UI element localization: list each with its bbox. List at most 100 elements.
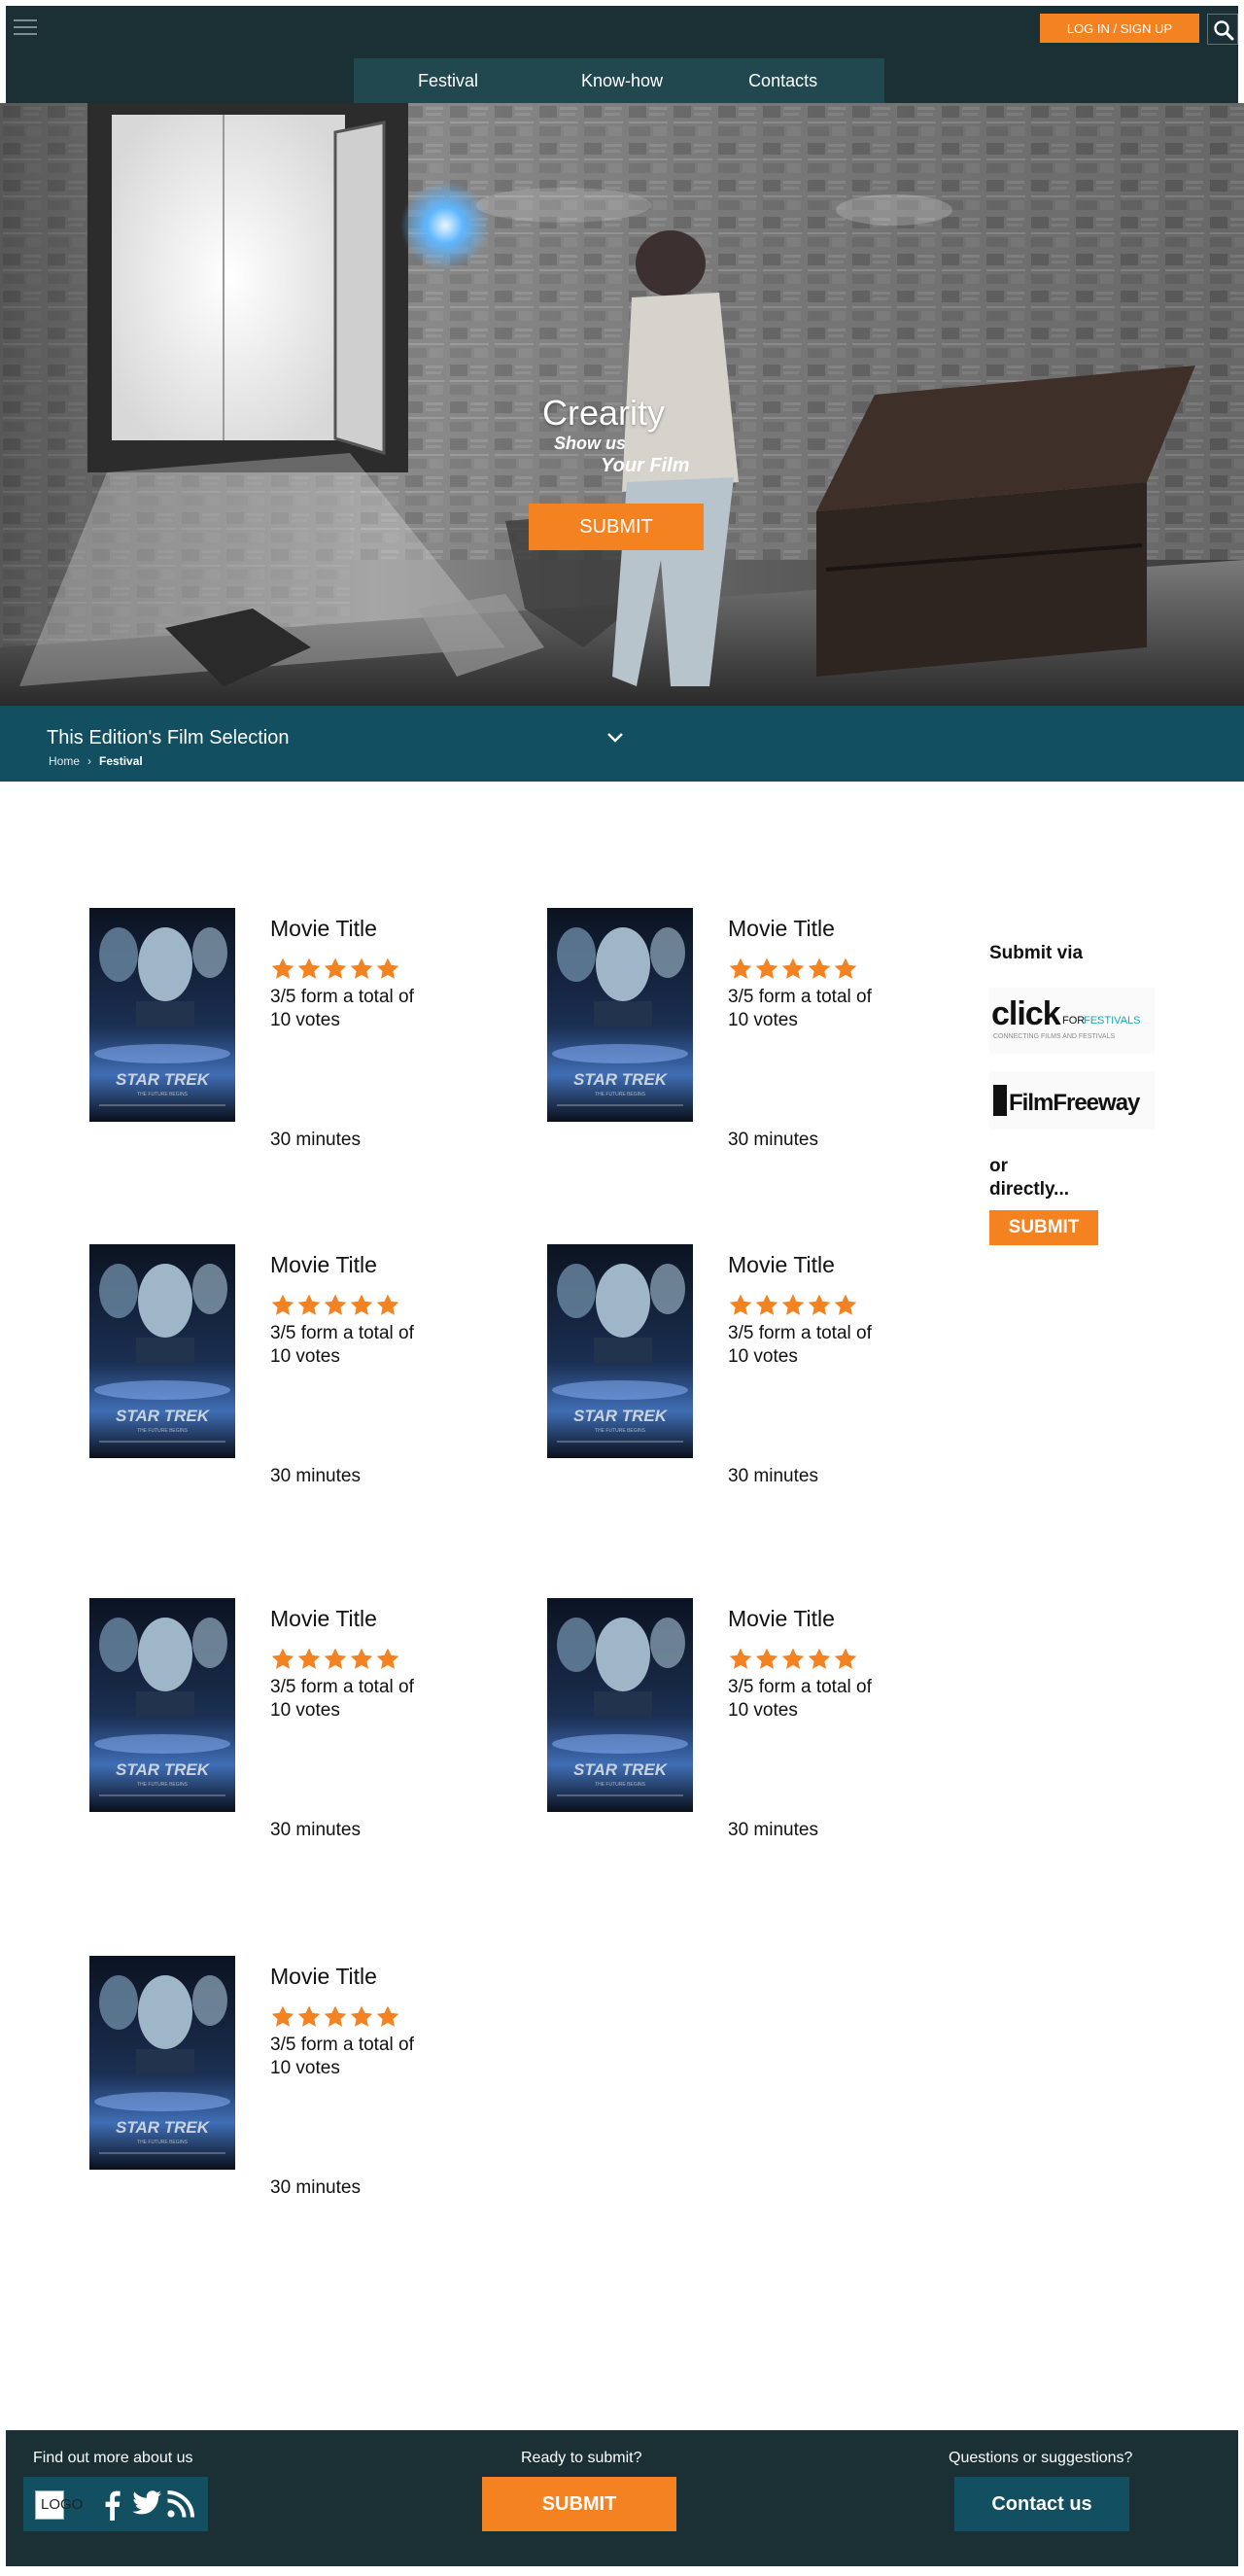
sidebar-submit-button[interactable]: SUBMIT (989, 1210, 1098, 1245)
star-rating (728, 1293, 859, 1318)
svg-text:STAR TREK: STAR TREK (573, 1760, 669, 1779)
star-icon (350, 957, 373, 979)
star-rating (270, 1293, 401, 1318)
film-poster[interactable]: STAR TREK THE FUTURE BEGINS (89, 1244, 235, 1458)
star-icon (834, 1294, 857, 1315)
film-card[interactable]: STAR TREK THE FUTURE BEGINS Movie Title 3/5… (89, 908, 498, 1180)
search-button[interactable] (1207, 14, 1238, 45)
filmfreeway-logo[interactable]: FilmFreeway (989, 1071, 1155, 1130)
star-icon (376, 957, 399, 979)
login-signup-button[interactable]: LOG IN / SIGN UP (1040, 14, 1199, 43)
svg-text:THE FUTURE BEGINS: THE FUTURE BEGINS (137, 2140, 189, 2145)
sidebar-or-line-1: or (989, 1156, 1008, 1176)
svg-text:CONNECTING FILMS AND FESTIVALS: CONNECTING FILMS AND FESTIVALS (993, 1033, 1115, 1040)
film-duration: 30 minutes (728, 1820, 818, 1840)
film-title[interactable]: Movie Title (728, 1606, 835, 1632)
film-votes: 3/5 form a total of 10 votes (728, 1323, 872, 1367)
film-title[interactable]: Movie Title (728, 916, 835, 942)
film-votes: 3/5 form a total of 10 votes (270, 987, 414, 1030)
svg-text:THE FUTURE BEGINS: THE FUTURE BEGINS (137, 1428, 189, 1434)
clickforfestivals-logo[interactable]: click FOR FESTIVALS CONNECTING FILMS AND… (989, 988, 1155, 1054)
film-votes: 3/5 form a total of 10 votes (728, 1677, 872, 1721)
film-poster[interactable]: STAR TREK THE FUTURE BEGINS (547, 1244, 693, 1458)
star-icon (324, 1294, 347, 1315)
film-duration: 30 minutes (270, 1820, 361, 1840)
film-duration: 30 minutes (728, 1130, 818, 1150)
film-duration: 30 minutes (270, 1466, 361, 1486)
footer-submit-button[interactable]: SUBMIT (482, 2477, 676, 2531)
star-icon (271, 2005, 294, 2027)
star-icon (834, 957, 857, 979)
star-icon (350, 2005, 373, 2027)
film-duration: 30 minutes (728, 1466, 818, 1486)
svg-text:STAR TREK: STAR TREK (116, 1407, 211, 1425)
film-card[interactable]: STAR TREK THE FUTURE BEGINS Movie Title 3/5… (547, 1598, 955, 1870)
star-icon (297, 957, 321, 979)
star-rating (270, 2004, 401, 2030)
film-votes: 3/5 form a total of 10 votes (270, 1323, 414, 1367)
svg-text:THE FUTURE BEGINS: THE FUTURE BEGINS (595, 1428, 646, 1434)
star-rating (728, 1647, 859, 1672)
twitter-icon[interactable] (132, 2490, 161, 2516)
svg-text:THE FUTURE BEGINS: THE FUTURE BEGINS (595, 1092, 646, 1097)
film-poster[interactable]: STAR TREK THE FUTURE BEGINS (547, 1598, 693, 1812)
film-title[interactable]: Movie Title (270, 1606, 377, 1632)
svg-text:THE FUTURE BEGINS: THE FUTURE BEGINS (137, 1782, 189, 1788)
film-title[interactable]: Movie Title (270, 1252, 377, 1278)
star-icon (324, 2005, 347, 2027)
film-votes: 3/5 form a total of 10 votes (728, 987, 872, 1030)
star-icon (755, 1648, 778, 1669)
film-poster[interactable]: STAR TREK THE FUTURE BEGINS (547, 908, 693, 1122)
footer-logo-text: LOGO (41, 2496, 84, 2513)
film-title[interactable]: Movie Title (270, 916, 377, 942)
film-card[interactable]: STAR TREK THE FUTURE BEGINS Movie Title 3/5… (89, 1244, 498, 1516)
svg-text:FESTIVALS: FESTIVALS (1084, 1015, 1140, 1027)
star-icon (297, 2005, 321, 2027)
film-card[interactable]: STAR TREK THE FUTURE BEGINS Movie Title 3/5… (89, 1956, 498, 2228)
star-rating (270, 957, 401, 982)
film-card[interactable]: STAR TREK THE FUTURE BEGINS Movie Title 3/5… (89, 1598, 498, 1870)
star-icon (781, 1294, 805, 1315)
svg-text:THE FUTURE BEGINS: THE FUTURE BEGINS (595, 1782, 646, 1788)
facebook-icon[interactable] (103, 2489, 121, 2521)
star-icon (781, 957, 805, 979)
film-poster[interactable]: STAR TREK THE FUTURE BEGINS (89, 908, 235, 1122)
film-duration: 30 minutes (270, 1130, 361, 1150)
svg-text:FilmFreeway: FilmFreeway (1009, 1090, 1141, 1116)
film-title[interactable]: Movie Title (270, 1964, 377, 1990)
film-duration: 30 minutes (270, 2177, 361, 2198)
svg-text:STAR TREK: STAR TREK (573, 1407, 669, 1425)
rss-icon[interactable] (167, 2490, 194, 2518)
footer-contact-button[interactable]: Contact us (954, 2477, 1129, 2531)
star-rating (728, 957, 859, 982)
film-votes: 3/5 form a total of 10 votes (270, 2035, 414, 2078)
film-poster[interactable]: STAR TREK THE FUTURE BEGINS (89, 1956, 235, 2170)
film-poster[interactable]: STAR TREK THE FUTURE BEGINS (89, 1598, 235, 1812)
social-links-panel: LOGO (23, 2477, 208, 2531)
film-card[interactable]: STAR TREK THE FUTURE BEGINS Movie Title 3/5… (547, 908, 955, 1180)
star-icon (729, 1648, 752, 1669)
film-grid: STAR TREK THE FUTURE BEGINS Movie Title 3/5… (0, 0, 972, 2333)
sidebar-or-text: or directly... (989, 1155, 1069, 1201)
svg-text:THE FUTURE BEGINS: THE FUTURE BEGINS (137, 1092, 189, 1097)
film-title[interactable]: Movie Title (728, 1252, 835, 1278)
svg-text:FOR: FOR (1062, 1015, 1085, 1027)
star-icon (808, 957, 831, 979)
star-icon (376, 1294, 399, 1315)
star-icon (324, 1648, 347, 1669)
footer-questions-heading: Questions or suggestions? (949, 2450, 1133, 2466)
svg-text:STAR TREK: STAR TREK (116, 1070, 211, 1089)
footer-about-heading: Find out more about us (33, 2450, 193, 2466)
star-icon (350, 1294, 373, 1315)
star-icon (729, 1294, 752, 1315)
star-icon (834, 1648, 857, 1669)
star-rating (270, 1647, 401, 1672)
star-icon (350, 1648, 373, 1669)
star-icon (808, 1648, 831, 1669)
film-card[interactable]: STAR TREK THE FUTURE BEGINS Movie Title 3/5… (547, 1244, 955, 1516)
star-icon (376, 2005, 399, 2027)
star-icon (376, 1648, 399, 1669)
star-icon (297, 1648, 321, 1669)
svg-text:STAR TREK: STAR TREK (116, 2118, 211, 2137)
svg-text:click: click (991, 995, 1061, 1032)
